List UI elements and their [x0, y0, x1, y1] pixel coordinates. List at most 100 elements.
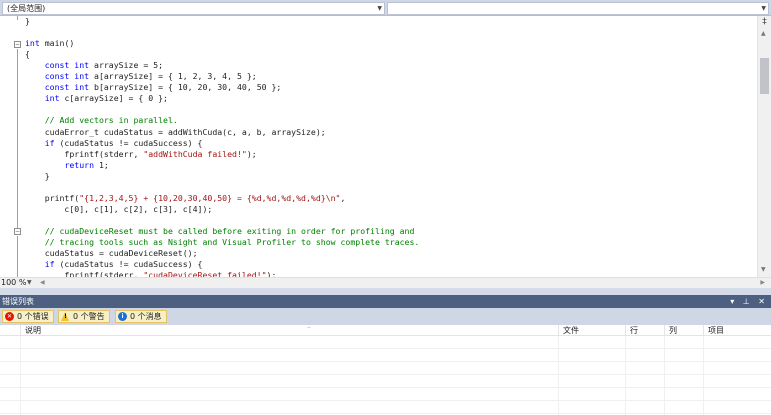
code-token: return — [64, 159, 95, 170]
column-divider — [20, 336, 21, 415]
code-token: ); — [246, 148, 257, 159]
indicator-margin — [0, 16, 12, 277]
code-token: "cudaDeviceReset failed!" — [143, 270, 267, 277]
collapse-icon[interactable]: − — [14, 228, 21, 235]
messages-count-label: 0 个消息 — [130, 312, 162, 321]
code-line[interactable]: // tracing tools such as Nsight and Visu… — [25, 237, 420, 248]
code-token: } — [25, 16, 30, 26]
outlining-margin: − − — [12, 16, 24, 277]
column-header-project[interactable]: 项目 — [703, 325, 771, 336]
info-icon: i — [118, 312, 127, 321]
code-token: // tracing tools such as Nsight and Visu… — [44, 237, 420, 247]
code-line[interactable]: // Add vectors in parallel. — [25, 115, 178, 126]
code-token: if — [44, 259, 55, 270]
code-line[interactable]: { — [25, 49, 30, 60]
warning-icon: ! — [61, 312, 70, 321]
error-list-titlebar[interactable]: 错误列表 ▾ ⊥ ✕ — [0, 295, 771, 308]
column-divider — [625, 336, 626, 415]
messages-filter-button[interactable]: i 0 个消息 — [115, 310, 167, 323]
column-header-description[interactable]: ⌣ 说明 — [20, 324, 558, 336]
scrollbar-thumb[interactable] — [760, 58, 769, 94]
code-token: // Add vectors in parallel. — [44, 115, 178, 126]
scroll-up-icon[interactable]: ▲ — [761, 30, 766, 37]
scroll-right-icon[interactable]: ▶ — [760, 278, 765, 288]
code-line[interactable]: fprintf(stderr, "cudaDeviceReset failed!… — [25, 270, 276, 277]
column-header-file[interactable]: 文件 — [558, 325, 625, 336]
code-line[interactable]: cudaStatus = cudaDeviceReset(); — [25, 248, 198, 259]
collapse-icon[interactable]: − — [14, 41, 21, 48]
scope-dropdown[interactable]: (全局范围) ▼ — [2, 2, 385, 15]
panel-splitter[interactable] — [0, 288, 771, 295]
code-line[interactable]: if (cudaStatus != cudaSuccess) { — [25, 137, 203, 149]
code-token: b[arraySize] = { 10, 20, 30, 40, 50 }; — [89, 82, 282, 93]
panel-window-controls[interactable]: ▾ ⊥ ✕ — [730, 295, 768, 308]
code-line[interactable]: if (cudaStatus != cudaSuccess) { — [25, 259, 203, 270]
table-row — [0, 349, 771, 362]
code-token: , — [340, 192, 346, 203]
fold-line — [17, 49, 18, 229]
code-line[interactable]: const int arraySize = 5; — [25, 60, 163, 71]
code-line[interactable]: printf("{1,2,3,4,5} + {10,20,30,40,50} =… — [25, 192, 346, 204]
code-line[interactable]: } — [25, 16, 30, 27]
code-line[interactable]: int c[arraySize] = { 0 }; — [25, 93, 168, 104]
zoom-dropdown-icon[interactable]: ▼ — [27, 278, 32, 288]
fold-line — [17, 16, 18, 20]
code-line[interactable]: int main() — [25, 38, 74, 49]
error-list-panel: 错误列表 ▾ ⊥ ✕ ✕ 0 个错误 ! 0 个警告 i 0 个消息 ⌣ 说明 — [0, 295, 771, 415]
error-list-title: 错误列表 — [2, 297, 34, 306]
code-line[interactable]: c[0], c[1], c[2], c[3], c[4]); — [25, 204, 212, 215]
code-text-area[interactable]: } int main(){ const int arraySize = 5; co… — [25, 16, 757, 277]
table-row — [0, 388, 771, 401]
error-list-header: ⌣ 说明 文件 行 列 项目 — [0, 324, 771, 336]
code-token: if — [44, 137, 55, 148]
table-row — [0, 375, 771, 388]
column-divider — [703, 336, 704, 415]
code-token: a[arraySize] = { 1, 2, 3, 4, 5 }; — [89, 71, 257, 82]
code-token: "addWithCuda failed!" — [143, 148, 247, 159]
scroll-down-icon[interactable]: ▼ — [761, 266, 766, 273]
code-editor[interactable]: − − } int main(){ const int arraySize = 5… — [0, 16, 771, 277]
member-dropdown[interactable]: ▼ — [387, 2, 769, 15]
split-icon[interactable]: ‡ — [760, 18, 769, 27]
error-list-rows — [0, 336, 771, 415]
zoom-level[interactable]: 100 % — [1, 278, 26, 288]
column-header-column-label: 列 — [669, 326, 677, 335]
code-token: c[0], c[1], c[2], c[3], c[4]); — [25, 203, 213, 214]
code-line[interactable]: const int a[arraySize] = { 1, 2, 3, 4, 5… — [25, 71, 257, 82]
code-token: cudaStatus = cudaDeviceReset(); — [25, 248, 198, 259]
error-icon: ✕ — [5, 312, 14, 321]
code-line[interactable]: fprintf(stderr, "addWithCuda failed!"); — [25, 148, 257, 160]
column-header-line[interactable]: 行 — [625, 325, 664, 336]
code-token: fprintf(stderr, — [25, 270, 144, 277]
code-line[interactable]: } — [25, 171, 50, 182]
code-token: int — [44, 93, 60, 104]
code-token: printf( — [25, 192, 80, 203]
code-line[interactable]: cudaError_t cudaStatus = addWithCuda(c, … — [25, 127, 326, 138]
chevron-down-icon: ▼ — [761, 5, 766, 12]
code-line[interactable]: // cudaDeviceReset must be called before… — [25, 225, 415, 237]
code-token: (cudaStatus != cudaSuccess) { — [54, 259, 203, 270]
column-header-line-label: 行 — [630, 326, 638, 335]
warnings-filter-button[interactable]: ! 0 个警告 — [58, 310, 110, 323]
code-line[interactable]: const int b[arraySize] = { 10, 20, 30, 4… — [25, 82, 282, 93]
errors-filter-button[interactable]: ✕ 0 个错误 — [2, 310, 54, 323]
scroll-left-icon[interactable]: ◀ — [40, 278, 45, 288]
code-token: const int — [44, 82, 90, 93]
vertical-scrollbar[interactable]: ‡ ▲ ▼ — [757, 16, 771, 277]
code-token: { — [25, 49, 30, 60]
sort-indicator-icon: ⌣ — [307, 324, 311, 331]
column-header-column[interactable]: 列 — [664, 325, 703, 336]
errors-count-label: 0 个错误 — [17, 312, 49, 321]
column-header-description-label: 说明 — [25, 326, 41, 335]
editor-status-row: 100 % ▼ ◀ ▶ — [0, 277, 771, 288]
code-token: } — [25, 170, 50, 181]
code-token: // cudaDeviceReset must be called before… — [44, 225, 415, 236]
code-line[interactable]: return 1; — [25, 159, 108, 171]
